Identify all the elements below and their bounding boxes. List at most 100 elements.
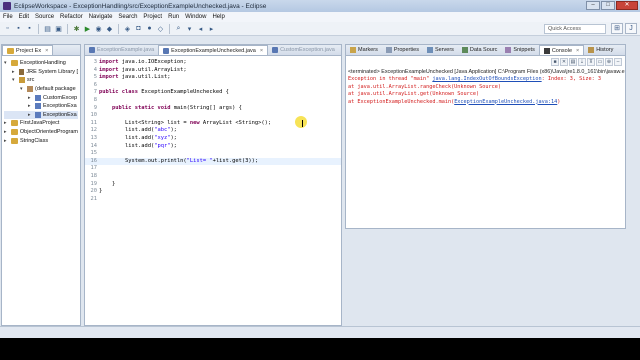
tab-exception-example-unchecked[interactable]: ExceptionExampleUnchecked.java × <box>158 45 269 55</box>
exception-link[interactable]: java.lang.IndexOutOfBoundsException <box>432 76 541 82</box>
new-class-icon[interactable]: ● <box>145 24 154 33</box>
menu-navigate[interactable]: Navigate <box>89 14 113 20</box>
new-java-project-icon[interactable]: ◈ <box>123 24 132 33</box>
coverage-icon[interactable]: ◉ <box>94 24 103 33</box>
terminal-icon[interactable]: ▣ <box>54 24 63 33</box>
menu-source[interactable]: Source <box>35 14 54 20</box>
code-line[interactable]: 8 <box>85 97 341 105</box>
tab-exception-example[interactable]: ExceptionExample.java <box>85 45 158 55</box>
tree-item[interactable]: ▸ ObjectOrientedProgram <box>4 128 78 137</box>
tab-snippets[interactable]: Snippets <box>501 45 538 55</box>
close-icon[interactable]: × <box>45 48 48 54</box>
tab-properties[interactable]: Properties <box>382 45 423 55</box>
string-literal: "List= " <box>186 157 213 164</box>
clear-console-icon[interactable]: ▤ <box>569 58 577 66</box>
chevron-right-icon[interactable]: ▸ <box>28 95 33 101</box>
minimize-button[interactable]: – <box>586 1 600 10</box>
code-line[interactable]: 7 public class ExceptionExampleUnchecked … <box>85 89 341 97</box>
quick-access-input[interactable]: Quick Access <box>544 24 606 34</box>
code-line[interactable]: 18 <box>85 173 341 181</box>
tab-data-source[interactable]: Data Sourc <box>458 45 502 55</box>
code-line[interactable]: 5 import java.util.List; <box>85 74 341 82</box>
tree-item[interactable]: ▾ (default package <box>4 85 78 94</box>
close-icon[interactable]: × <box>576 48 579 54</box>
stacktrace-link[interactable]: ExceptionExampleUnchecked.java:14 <box>454 99 557 105</box>
code-line[interactable]: 9 public static void main(String[] args)… <box>85 105 341 113</box>
code-line[interactable]: 19 } <box>85 181 341 189</box>
tree-item[interactable]: ▸ JRE System Library [ <box>4 68 78 77</box>
tree-item[interactable]: ▸ ExceptionExa <box>4 102 78 111</box>
keyword: import <box>99 74 119 81</box>
menu-edit[interactable]: Edit <box>19 14 29 20</box>
minimize-view-icon[interactable]: – <box>614 58 622 66</box>
tab-project-explorer[interactable]: Project Ex × <box>2 45 54 55</box>
tree-item[interactable]: ▾ ExceptionHandling <box>4 59 78 68</box>
new-icon[interactable]: ▫ <box>3 24 12 33</box>
tree-item-selected[interactable]: ▸ ExceptionExa <box>4 110 78 120</box>
tree-item[interactable]: ▸ StringClass <box>4 136 78 145</box>
code-line[interactable]: 17 <box>85 165 341 173</box>
java-file-icon <box>272 47 279 53</box>
tab-custom-exception[interactable]: CustomException.java <box>268 45 339 55</box>
chevron-down-icon[interactable]: ▾ <box>4 60 9 66</box>
menu-refactor[interactable]: Refactor <box>60 14 83 20</box>
code-line[interactable]: 4 import java.util.ArrayList; <box>85 67 341 75</box>
external-tools-icon[interactable]: ◆ <box>105 24 114 33</box>
tree-item[interactable]: ▾ src <box>4 76 78 85</box>
back-icon[interactable]: ◂ <box>196 24 205 33</box>
tree-item[interactable]: ▸ CustomExcep <box>4 93 78 102</box>
code-line[interactable]: 12 list.add("abc"); <box>85 127 341 135</box>
search-icon[interactable]: ⌕ <box>174 24 183 33</box>
java-file-icon <box>35 94 41 101</box>
remove-launch-icon[interactable]: ✕ <box>560 58 568 66</box>
menu-search[interactable]: Search <box>118 14 137 20</box>
chevron-right-icon[interactable]: ▸ <box>4 129 9 135</box>
chevron-right-icon[interactable]: ▸ <box>4 120 9 126</box>
forward-icon[interactable]: ▸ <box>207 24 216 33</box>
close-button[interactable]: ✕ <box>616 1 638 10</box>
open-type-icon[interactable]: ◇ <box>156 24 165 33</box>
open-console-icon[interactable]: ⊕ <box>605 58 613 66</box>
code-line[interactable]: 3 import java.io.IOException; <box>85 59 341 67</box>
string-literal: "abc" <box>154 127 171 134</box>
code-line[interactable]: 15 <box>85 150 341 158</box>
code-line[interactable]: 6 <box>85 82 341 90</box>
code-line[interactable]: 13 list.add("xyz"); <box>85 135 341 143</box>
chevron-right-icon[interactable]: ▸ <box>12 69 17 75</box>
tab-history[interactable]: History <box>584 45 617 55</box>
open-perspective-icon[interactable]: ⊞ <box>611 23 623 34</box>
chevron-down-icon[interactable]: ▾ <box>12 77 17 83</box>
code-line[interactable]: 16 System.out.println("List= "+list.get(… <box>85 157 341 166</box>
java-perspective-icon[interactable]: J <box>625 23 637 34</box>
menu-window[interactable]: Window <box>185 14 206 20</box>
tab-console[interactable]: Console × <box>538 45 585 55</box>
code-editor[interactable]: 3 import java.io.IOException; 4 import java… <box>85 57 341 325</box>
build-icon[interactable]: ▤ <box>43 24 52 33</box>
chevron-right-icon[interactable]: ▸ <box>28 103 33 109</box>
close-icon[interactable]: × <box>260 48 263 54</box>
terminate-icon[interactable]: ■ <box>551 58 559 66</box>
code-line[interactable]: 21 <box>85 196 341 204</box>
menu-project[interactable]: Project <box>143 14 162 20</box>
chevron-down-icon[interactable]: ▾ <box>20 86 25 92</box>
menu-run[interactable]: Run <box>168 14 179 20</box>
tab-markers[interactable]: Markers <box>346 45 382 55</box>
save-icon[interactable]: ▪ <box>14 24 23 33</box>
run-icon[interactable]: ▶ <box>83 24 92 33</box>
code-line[interactable]: 20} <box>85 188 341 196</box>
display-console-icon[interactable]: ▭ <box>596 58 604 66</box>
chevron-right-icon[interactable]: ▸ <box>28 112 33 118</box>
code-line[interactable]: 14 list.add("pqr"); <box>85 143 341 151</box>
chevron-right-icon[interactable]: ▸ <box>4 138 9 144</box>
save-all-icon[interactable]: ▪ <box>25 24 34 33</box>
tab-servers[interactable]: Servers <box>423 45 458 55</box>
tree-item[interactable]: ▸ FirstJavaProject <box>4 119 78 128</box>
pin-console-icon[interactable]: ⊼ <box>587 58 595 66</box>
debug-icon[interactable]: ✱ <box>72 24 81 33</box>
menu-file[interactable]: File <box>3 14 13 20</box>
new-package-icon[interactable]: ◘ <box>134 24 143 33</box>
maximize-button[interactable]: □ <box>601 1 615 10</box>
scroll-lock-icon[interactable]: ⇣ <box>578 58 586 66</box>
next-annotation-icon[interactable]: ▾ <box>185 24 194 33</box>
menu-help[interactable]: Help <box>212 14 224 20</box>
